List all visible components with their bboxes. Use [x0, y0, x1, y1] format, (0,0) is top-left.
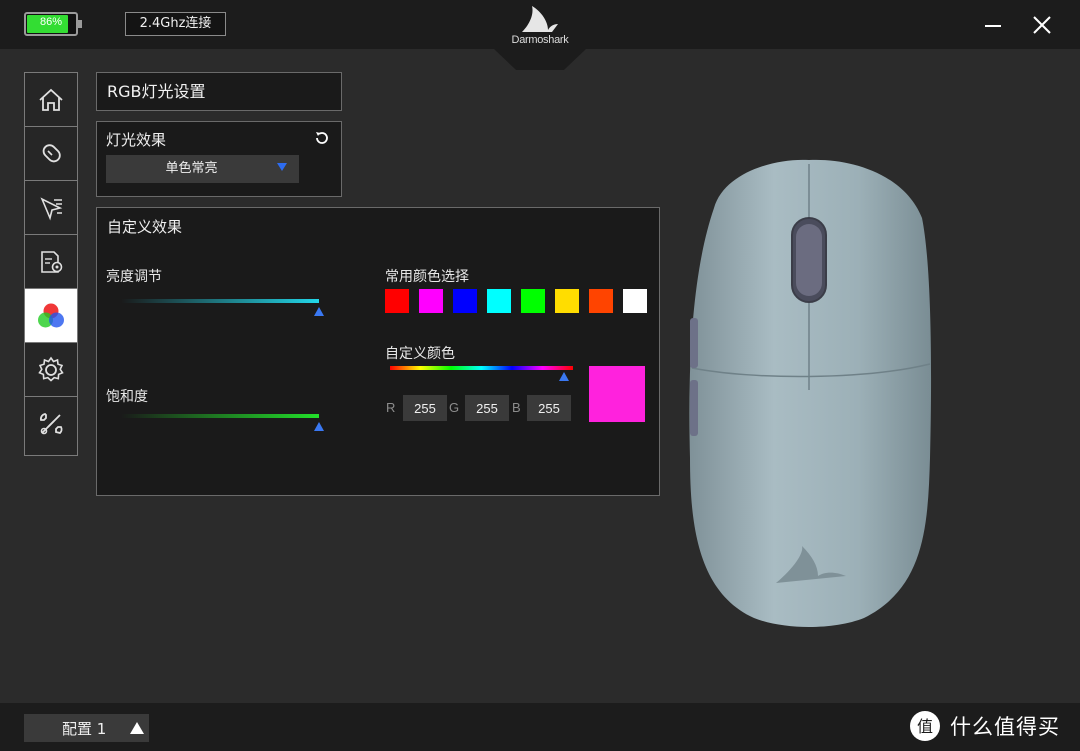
saturation-label: 饱和度 [106, 389, 148, 405]
macro-settings-icon [41, 250, 63, 273]
svg-text:值: 值 [917, 717, 933, 736]
common-colors-label: 常用颜色选择 [385, 269, 469, 285]
minimize-button[interactable] [980, 12, 1006, 38]
reset-icon[interactable] [313, 129, 331, 147]
brightness-slider[interactable] [121, 299, 319, 303]
light-effect-label: 灯光效果 [106, 131, 167, 149]
mouse-preview-image [689, 159, 932, 627]
hue-slider-thumb[interactable] [558, 372, 569, 381]
color-swatch[interactable] [623, 289, 647, 313]
battery-label: 86% [39, 16, 63, 28]
color-swatch[interactable] [419, 289, 443, 313]
chevron-up-icon [130, 722, 144, 734]
color-swatch[interactable] [385, 289, 409, 313]
b-input[interactable] [527, 395, 571, 421]
battery-indicator: 86% [24, 12, 82, 36]
color-preview [589, 366, 645, 422]
color-swatch[interactable] [589, 289, 613, 313]
sidebar-item-dpi[interactable] [25, 181, 77, 235]
g-label: G [449, 400, 460, 415]
light-effect-dropdown[interactable]: 单色常亮 [106, 155, 299, 183]
saturation-slider[interactable] [121, 414, 319, 418]
r-label: R [386, 400, 396, 415]
color-swatch[interactable] [555, 289, 579, 313]
custom-effect-title: 自定义效果 [107, 218, 183, 236]
battery-nub [78, 20, 82, 28]
saturation-slider-thumb[interactable] [314, 422, 324, 431]
sidebar-item-rgb[interactable] [25, 289, 77, 343]
watermark-text: 什么值得买 [950, 715, 1060, 739]
color-swatch[interactable] [521, 289, 545, 313]
profile-selector[interactable]: 配置 1 [24, 714, 149, 742]
custom-color-label: 自定义颜色 [385, 346, 455, 362]
mouse-icon [42, 143, 61, 162]
light-effect-panel: 灯光效果 单色常亮 [96, 121, 342, 197]
brightness-label: 亮度调节 [106, 269, 162, 285]
color-swatch[interactable] [453, 289, 477, 313]
sidebar-item-macro[interactable] [25, 235, 77, 289]
b-label: B [512, 400, 521, 415]
connection-badge: 2.4Ghz连接 [125, 12, 226, 36]
shark-logo-icon [522, 6, 558, 32]
sidebar-item-settings[interactable] [25, 343, 77, 397]
sidebar-item-buttons[interactable] [25, 127, 77, 181]
profile-label: 配置 1 [62, 720, 107, 738]
sidebar-item-home[interactable] [25, 73, 77, 127]
light-effect-value: 单色常亮 [165, 161, 218, 176]
watermark-logo-icon: 值 [910, 711, 940, 741]
home-icon [39, 88, 63, 111]
r-input[interactable] [403, 395, 447, 421]
gear-icon [38, 356, 64, 382]
cursor-icon [40, 196, 63, 221]
sidebar-item-tools[interactable] [25, 397, 77, 451]
sidebar [24, 72, 78, 456]
page-title: RGB灯光设置 [96, 72, 342, 111]
rgb-icon [38, 303, 64, 327]
brightness-slider-thumb[interactable] [314, 307, 324, 316]
custom-effect-panel: 自定义效果 亮度调节 饱和度 常用颜色选择 自定义颜色 R G B [96, 207, 660, 496]
hue-slider[interactable] [390, 366, 573, 370]
watermark: 值 什么值得买 [908, 706, 1060, 746]
color-swatch[interactable] [487, 289, 511, 313]
logo-text: Darmoshark [511, 34, 569, 46]
close-button[interactable] [1029, 12, 1055, 38]
chevron-down-icon [277, 163, 287, 171]
g-input[interactable] [465, 395, 509, 421]
tools-icon [40, 413, 63, 435]
